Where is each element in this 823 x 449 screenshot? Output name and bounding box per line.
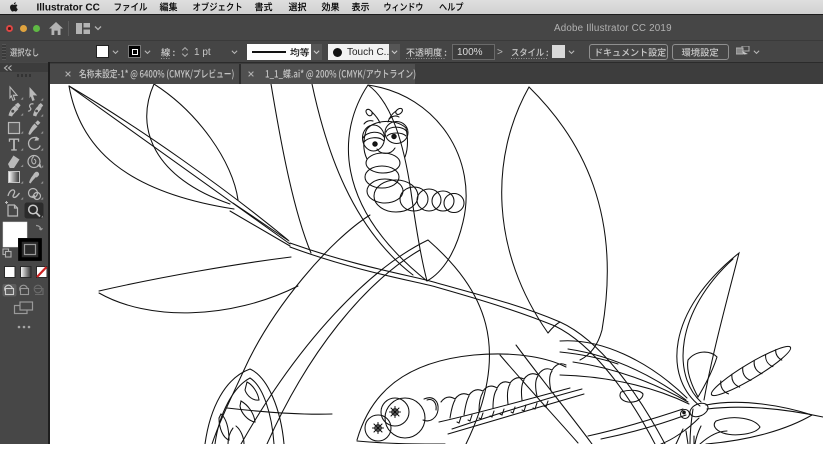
svg-text:Illustrator CC: Illustrator CC (37, 2, 100, 13)
